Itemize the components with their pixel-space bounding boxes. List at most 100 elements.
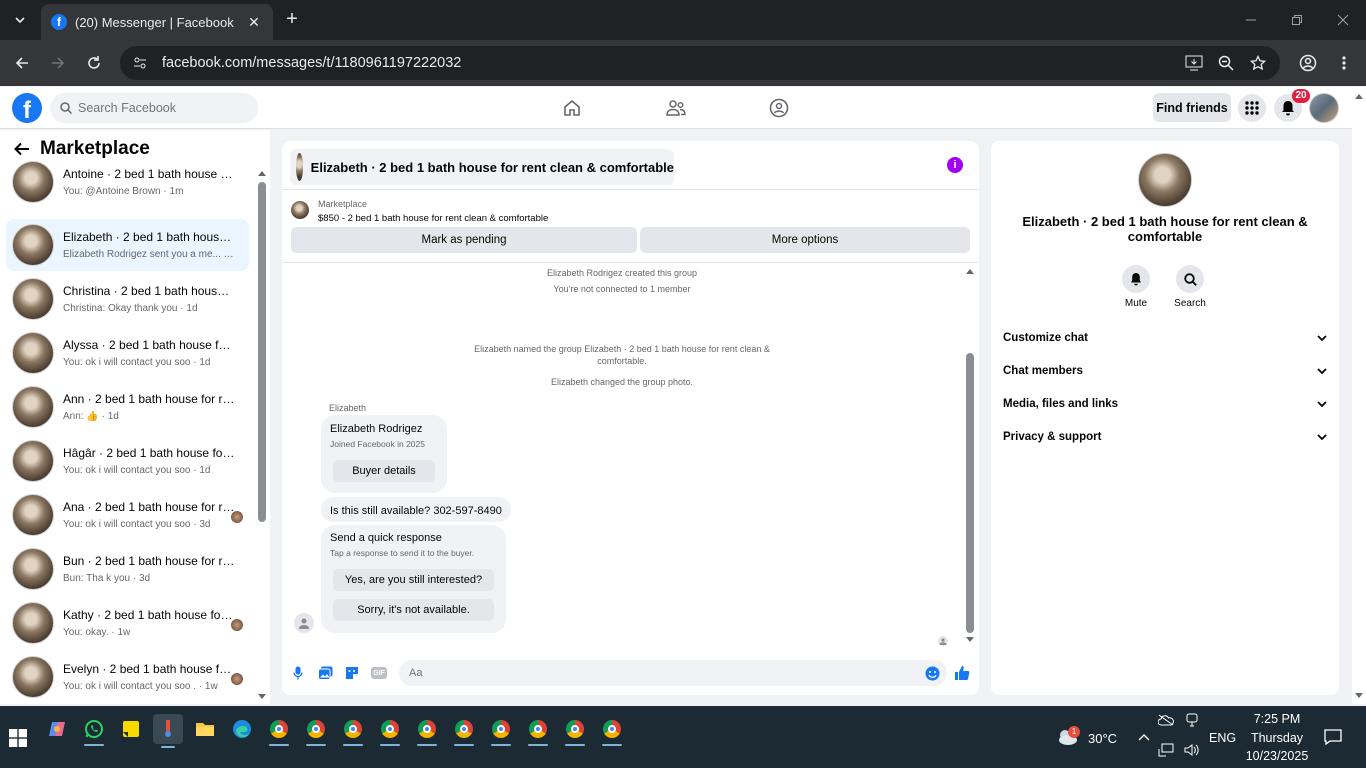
facebook-logo-icon[interactable]: f [12,93,42,123]
profile-button[interactable] [1296,51,1320,75]
sticker-button[interactable] [344,665,360,681]
chrome-button-10[interactable] [599,716,625,746]
attach-photo-button[interactable] [317,665,333,681]
gif-button[interactable]: GIF [371,667,387,679]
chrome-button-1[interactable] [266,716,292,746]
emoji-button[interactable] [924,665,940,681]
scroll-up-arrow-icon[interactable] [258,170,266,176]
search-action[interactable]: Search [1160,265,1220,309]
like-button[interactable] [954,665,970,681]
restore-button[interactable] [1274,0,1320,40]
chrome-button-6[interactable] [451,716,477,746]
chrome-button-5[interactable] [414,716,440,746]
site-settings-icon[interactable] [132,55,148,71]
reload-button[interactable] [82,51,106,75]
zoom-button[interactable] [1214,51,1238,75]
conversation-scrollbar[interactable] [966,353,974,633]
message-input[interactable] [409,667,909,679]
clock-date[interactable]: 10/23/2025 [1244,749,1310,763]
url-text[interactable]: facebook.com/messages/t/1180961197222032 [162,55,461,71]
tab-list-button[interactable] [8,8,32,32]
mark-as-pending-button[interactable]: Mark as pending [291,227,637,253]
chat-item-evelyn[interactable]: Evelyn · 2 bed 1 bath house for rent cle… [6,651,249,703]
active-app-button[interactable] [153,714,183,748]
facebook-search-input[interactable] [78,101,238,115]
chevron-down-icon [15,17,25,24]
nav-home[interactable] [560,97,584,119]
nav-friends[interactable] [664,97,688,119]
browser-tab-messenger[interactable]: f (20) Messenger | Facebook ✕ [41,4,273,40]
chat-item-hagar[interactable]: Hâgâr · 2 bed 1 bath house for rent clea… [6,435,249,487]
tab-close-icon[interactable]: ✕ [245,14,263,31]
buyer-details-button[interactable]: Buyer details [333,460,435,482]
chrome-button-3[interactable] [340,716,366,746]
customize-chat-row[interactable]: Customize chat [1003,326,1327,350]
chat-item-ann[interactable]: Ann · 2 bed 1 bath house for rent clean … [6,381,249,433]
app-icon [165,720,171,737]
chrome-button-7[interactable] [488,716,514,746]
input-language[interactable]: ENG [1209,731,1236,745]
scroll-down-arrow-icon[interactable] [966,637,974,643]
show-hidden-icons-button[interactable] [1131,724,1157,750]
browser-menu-button[interactable] [1332,51,1356,75]
scroll-up-arrow-icon[interactable] [966,268,974,274]
quick-response-sorry-button[interactable]: Sorry, it's not available. [333,599,494,621]
chrome-button-2[interactable] [303,716,329,746]
nav-groups[interactable] [767,97,791,119]
conversation-title-button[interactable]: Elizabeth · 2 bed 1 bath house for rent … [290,149,674,185]
info-icon[interactable]: i [947,157,963,173]
install-app-button[interactable] [1182,51,1206,75]
chrome-button-9[interactable] [562,716,588,746]
scroll-up-arrow-icon[interactable] [1355,93,1363,99]
chat-item-elizabeth[interactable]: Elizabeth · 2 bed 1 bath house for rent … [6,219,249,271]
volume-button[interactable] [1182,740,1202,760]
find-friends-button[interactable]: Find friends [1153,93,1231,122]
media-files-links-row[interactable]: Media, files and links [1003,392,1327,416]
privacy-support-row[interactable]: Privacy & support [1003,425,1327,449]
scroll-down-arrow-icon[interactable] [1355,693,1363,699]
tray-icon-cloud-off[interactable] [1156,710,1176,730]
clock-time[interactable]: 7:25 PM [1244,712,1310,726]
chat-members-row[interactable]: Chat members [1003,359,1327,383]
message-composer[interactable] [399,660,947,686]
sticky-notes-button[interactable] [118,716,144,742]
start-button[interactable] [5,725,31,751]
chrome-button-4[interactable] [377,716,403,746]
menu-button[interactable] [1238,94,1266,122]
tray-icon-projector[interactable] [1182,710,1202,730]
mute-action[interactable]: Mute [1106,265,1166,309]
listing-info[interactable]: Marketplace $850 - 2 bed 1 bath house fo… [291,199,548,224]
edge-button[interactable] [229,716,255,742]
voice-clip-button[interactable] [290,665,306,681]
chat-item-christina[interactable]: Christina · 2 bed 1 bath house for rent … [6,273,249,325]
account-avatar[interactable] [1309,93,1339,123]
bookmark-button[interactable] [1246,51,1270,75]
chat-avatar [12,332,54,374]
more-options-button[interactable]: More options [640,227,970,253]
scroll-down-arrow-icon[interactable] [258,694,266,700]
clock-day[interactable]: Thursday [1244,731,1310,745]
chat-item-bun[interactable]: Bun · 2 bed 1 bath house for rent clean … [6,543,249,595]
back-button[interactable] [10,51,34,75]
chat-item-ana[interactable]: Ana · 2 bed 1 bath house for rent clean … [6,489,249,541]
network-button[interactable] [1156,740,1176,760]
chrome-button-8[interactable] [525,716,551,746]
address-bar[interactable]: facebook.com/messages/t/1180961197222032 [120,46,1280,80]
copilot-button[interactable] [44,716,70,742]
forward-button[interactable] [46,51,70,75]
back-arrow-icon[interactable] [14,142,30,156]
minimize-button[interactable] [1228,0,1274,40]
facebook-search[interactable] [50,93,258,123]
file-explorer-button[interactable] [192,716,218,742]
quick-response-yes-button[interactable]: Yes, are you still interested? [333,569,494,591]
chat-item-antoine[interactable]: Antoine · 2 bed 1 bath house for rent cl… [6,156,249,208]
notification-center-button[interactable] [1320,724,1346,750]
close-window-button[interactable] [1320,0,1366,40]
chat-item-alyssa[interactable]: Alyssa · 2 bed 1 bath house for rent cle… [6,327,249,379]
whatsapp-button[interactable] [81,716,107,746]
temperature[interactable]: 30°C [1088,731,1117,746]
chat-list-scrollbar[interactable] [258,182,266,522]
page-scrollbar[interactable] [1352,87,1366,704]
chat-item-kathy[interactable]: Kathy · 2 bed 1 bath house for rent clea… [6,597,249,649]
new-tab-button[interactable]: + [282,9,302,29]
